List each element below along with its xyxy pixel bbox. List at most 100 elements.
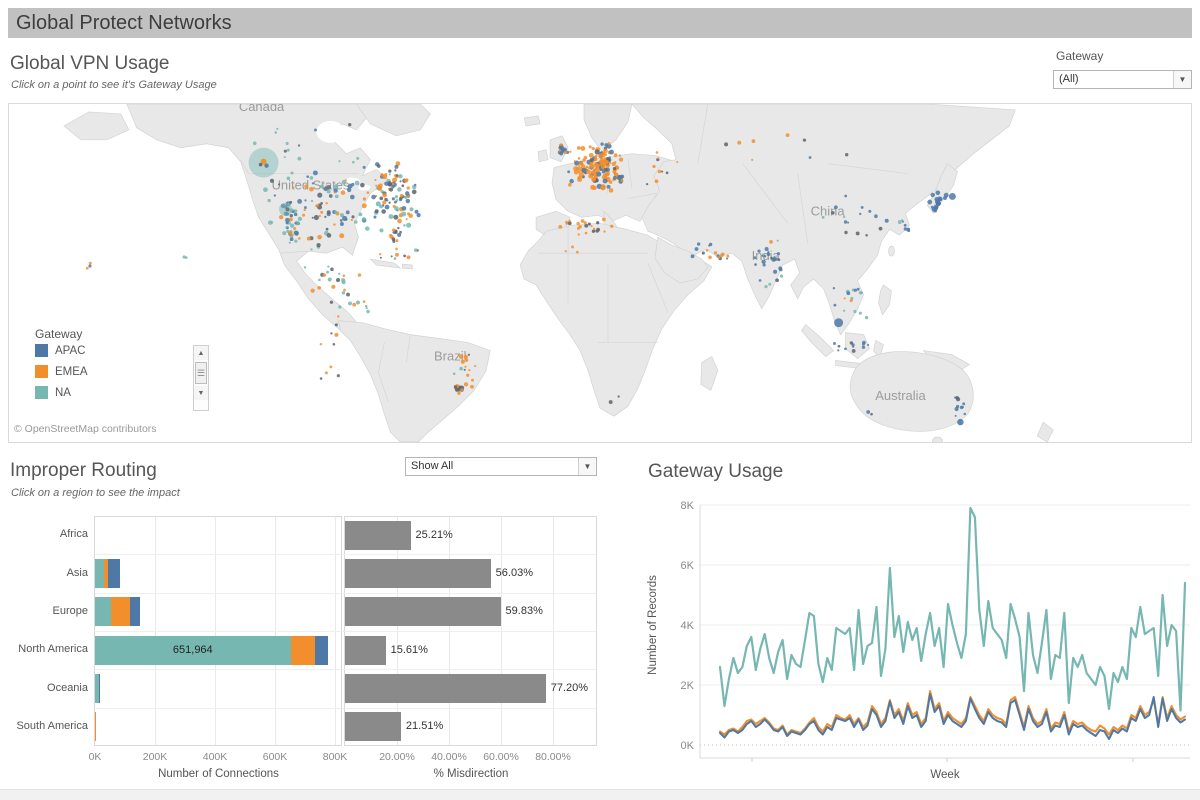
map-data-point[interactable] [619, 157, 623, 161]
map-data-point[interactable] [594, 158, 597, 161]
map-data-point[interactable] [592, 186, 596, 190]
misdirection-bar[interactable] [345, 521, 411, 550]
map-data-point[interactable] [606, 177, 608, 179]
region-label-africa[interactable]: Africa [4, 528, 88, 540]
map-data-point[interactable] [289, 217, 293, 221]
map-data-point[interactable] [317, 193, 322, 198]
map-data-point[interactable] [767, 251, 769, 253]
map-data-point[interactable] [862, 341, 866, 345]
map-data-point[interactable] [263, 187, 268, 192]
map-data-point[interactable] [331, 285, 335, 289]
map-data-point[interactable] [934, 204, 939, 209]
map-data-point[interactable] [609, 400, 613, 404]
map-data-point[interactable] [395, 195, 398, 198]
map-data-point[interactable] [320, 343, 322, 345]
map-data-point[interactable] [468, 369, 470, 371]
map-data-point[interactable] [312, 182, 314, 184]
map-data-point[interactable] [382, 174, 387, 179]
map-data-point[interactable] [334, 211, 337, 214]
map-data-point[interactable] [656, 151, 659, 154]
map-data-point[interactable] [605, 173, 608, 176]
map-data-point[interactable] [335, 323, 338, 326]
map-data-point[interactable] [866, 410, 870, 414]
map-data-point[interactable] [388, 214, 393, 219]
map-data-point[interactable] [285, 218, 289, 222]
map-data-point[interactable] [311, 288, 315, 292]
map-data-point[interactable] [576, 222, 579, 225]
map-data-point[interactable] [392, 231, 395, 234]
map-data-point[interactable] [386, 199, 388, 201]
misdirection-bar[interactable] [345, 712, 401, 741]
map-data-point[interactable] [294, 231, 299, 236]
map-data-point[interactable] [560, 146, 564, 150]
map-data-point[interactable] [778, 266, 782, 270]
map-data-point[interactable] [297, 199, 302, 204]
bar-segment-apac[interactable] [108, 559, 119, 588]
map-data-point[interactable] [614, 153, 618, 157]
region-label-north-america[interactable]: North America [4, 643, 88, 655]
map-data-point[interactable] [585, 232, 588, 235]
map-data-point[interactable] [340, 219, 343, 222]
map-data-point[interactable] [403, 224, 406, 227]
map-data-point[interactable] [328, 277, 332, 281]
map-data-point[interactable] [396, 174, 399, 177]
map-data-point[interactable] [714, 251, 717, 254]
map-data-point[interactable] [320, 202, 323, 205]
map-data-point[interactable] [276, 128, 278, 130]
map-data-point[interactable] [89, 262, 92, 265]
map-data-point[interactable] [404, 179, 408, 183]
map-data-point[interactable] [304, 266, 306, 268]
map-data-point[interactable] [459, 354, 463, 358]
bar-segment-emea[interactable] [291, 636, 316, 665]
map-data-point[interactable] [417, 213, 421, 217]
map-data-point[interactable] [392, 237, 396, 241]
map-data-point[interactable] [320, 377, 323, 380]
map-data-point[interactable] [367, 191, 370, 194]
map-data-point[interactable] [464, 369, 466, 371]
map-data-point[interactable] [761, 260, 765, 264]
misdirection-bar[interactable] [345, 559, 491, 588]
map-data-point[interactable] [613, 176, 617, 180]
legend-item-emea[interactable]: EMEA [35, 365, 88, 378]
map-data-point[interactable] [619, 154, 621, 156]
map-data-point[interactable] [618, 395, 620, 397]
legend-item-na[interactable]: NA [35, 386, 71, 399]
map-data-point[interactable] [310, 176, 314, 180]
map-data-point[interactable] [764, 255, 766, 257]
map-data-point[interactable] [356, 301, 360, 305]
map-data-point[interactable] [312, 217, 314, 219]
world-map-panel[interactable]: CanadaUnited StatesChinaIndiaBrazilAustr… [8, 103, 1192, 443]
map-data-point[interactable] [395, 239, 398, 242]
map-data-point[interactable] [392, 197, 395, 200]
map-data-point[interactable] [282, 231, 286, 235]
map-data-point[interactable] [86, 267, 89, 270]
map-data-point[interactable] [591, 177, 596, 182]
map-data-point[interactable] [568, 220, 570, 222]
map-data-point[interactable] [859, 291, 863, 295]
map-data-point[interactable] [834, 318, 843, 327]
map-data-point[interactable] [565, 221, 568, 224]
map-data-point[interactable] [314, 215, 319, 220]
map-data-point[interactable] [937, 202, 941, 206]
map-data-point[interactable] [691, 254, 695, 258]
map-data-point[interactable] [898, 220, 902, 224]
map-data-point[interactable] [902, 221, 904, 223]
map-data-point[interactable] [752, 139, 756, 143]
map-data-point[interactable] [470, 385, 474, 389]
map-data-point[interactable] [394, 201, 397, 204]
map-data-point[interactable] [596, 168, 600, 172]
map-data-point[interactable] [844, 348, 847, 351]
map-data-point[interactable] [339, 233, 344, 238]
map-data-point[interactable] [403, 255, 406, 258]
map-data-point[interactable] [862, 346, 865, 349]
map-data-point[interactable] [330, 301, 333, 304]
map-data-point[interactable] [319, 215, 321, 217]
map-data-point[interactable] [366, 310, 370, 314]
map-data-point[interactable] [338, 305, 341, 308]
map-data-point[interactable] [298, 237, 301, 240]
map-data-point[interactable] [346, 210, 350, 214]
map-data-point[interactable] [310, 248, 312, 250]
map-data-point[interactable] [461, 360, 465, 364]
map-data-point[interactable] [606, 165, 610, 169]
gateway-filter-dropdown[interactable]: (All) ▼ [1053, 70, 1192, 89]
